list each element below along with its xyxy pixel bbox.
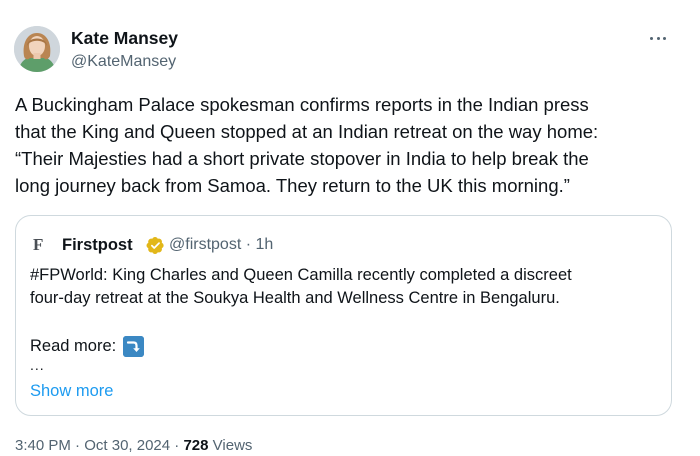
more-horizontal-icon [650,36,654,40]
tweet-text-line: long journey back from Samoa. They retur… [15,175,570,196]
tweet-text: A Buckingham Palace spokesman confirms r… [15,91,687,199]
tweet-text-line: A Buckingham Palace spokesman confirms r… [15,94,589,115]
author-handle[interactable]: @KateMansey [71,52,176,72]
right-arrow-curving-down-icon [123,336,144,357]
quoted-author-name: Firstpost [62,236,133,254]
quoted-author-handle: @firstpost [169,236,242,253]
firstpost-logo: F [33,235,44,254]
quoted-time: 1h [255,236,274,253]
read-more-text: Read more: [30,337,117,355]
quoted-text-line: #FPWorld: King Charles and Queen Camilla… [30,266,572,284]
quoted-meta: @firstpost · 1h [169,235,273,255]
truncation-ellipsis: ... [30,357,45,373]
quoted-text-line: four-day retreat at the Soukya Health an… [30,289,560,307]
avatar[interactable] [14,26,60,72]
meta-separator: · [245,236,252,253]
tweet-text-line: that the King and Queen stopped at an In… [15,121,599,142]
tweet-footer: 3:40 PM · Oct 30, 2024 · 728 Views [15,436,252,456]
author-name[interactable]: Kate Mansey [71,28,178,48]
quoted-tweet-card[interactable]: F Firstpost @firstpost · 1h #FPWorld: Ki… [15,215,672,416]
more-options-button[interactable] [644,28,672,48]
show-more-link[interactable]: Show more [30,380,113,402]
avatar-photo [14,26,60,72]
quoted-text: #FPWorld: King Charles and Queen Camilla… [30,264,660,310]
tweet-text-line: “Their Majesties had a short private sto… [15,148,589,169]
more-horizontal-icon [656,36,660,40]
verified-gold-icon [146,237,164,255]
more-horizontal-icon [662,36,666,40]
